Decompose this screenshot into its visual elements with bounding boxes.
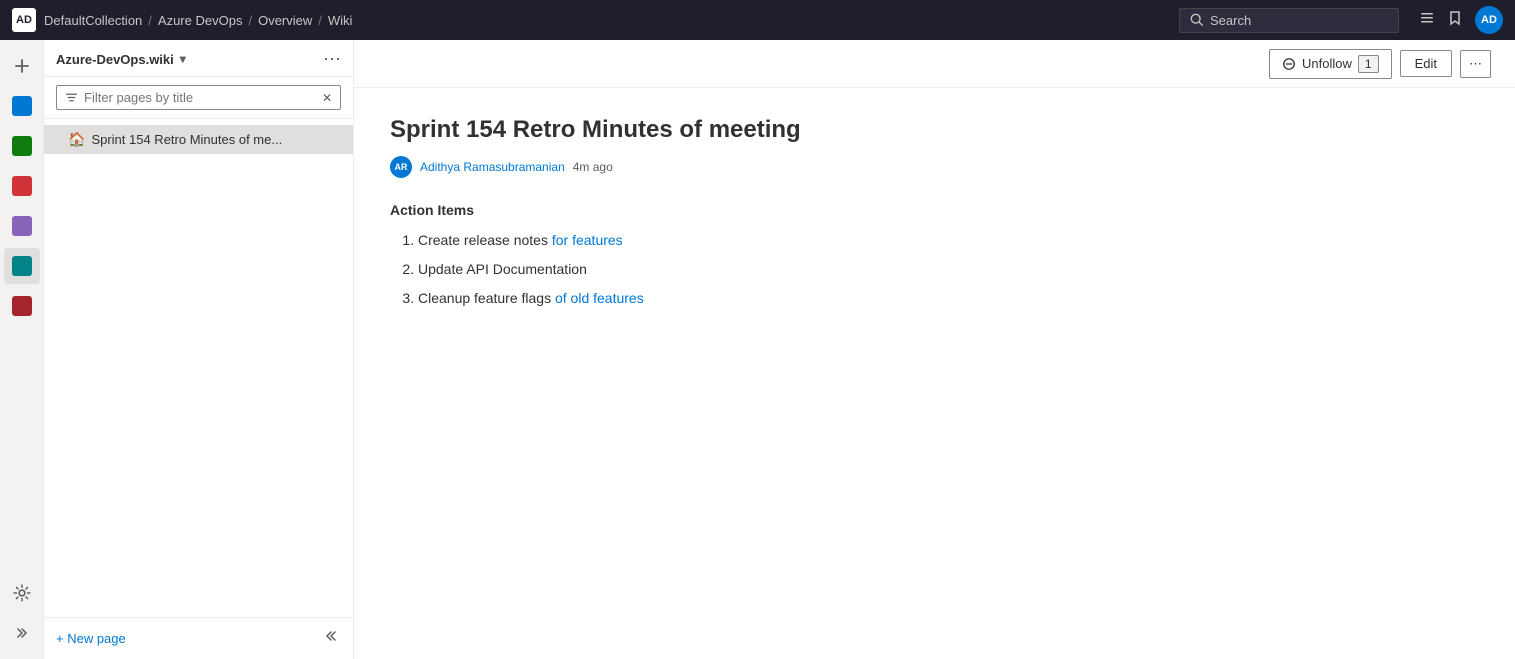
breadcrumb-wiki[interactable]: Wiki xyxy=(328,13,353,28)
list-icon[interactable] xyxy=(1419,10,1435,31)
rail-artifacts[interactable] xyxy=(4,168,40,204)
author-avatar: AR xyxy=(390,156,412,178)
action-item-1-plain: Create release notes xyxy=(418,232,552,248)
edit-label: Edit xyxy=(1415,56,1437,71)
new-page-label: + New page xyxy=(56,631,126,646)
sidebar-footer: + New page xyxy=(44,617,353,659)
sidebar: Azure-DevOps.wiki ▾ ⋯ ✕ 🏠 Sprint 154 Ret… xyxy=(44,40,354,659)
sidebar-tree: 🏠 Sprint 154 Retro Minutes of me... xyxy=(44,119,353,617)
rail-add-button[interactable] xyxy=(4,48,40,84)
action-item-1-link[interactable]: for features xyxy=(552,232,623,248)
tree-item-home-icon: 🏠 xyxy=(68,131,85,148)
settings-icon xyxy=(13,584,31,602)
user-avatar[interactable]: AD xyxy=(1475,6,1503,34)
content-body: Sprint 154 Retro Minutes of meeting AR A… xyxy=(354,88,1515,659)
page-title: Sprint 154 Retro Minutes of meeting xyxy=(390,116,1479,144)
more-options-button[interactable]: ⋯ xyxy=(1460,50,1491,78)
breadcrumb: DefaultCollection / Azure DevOps / Overv… xyxy=(44,13,352,28)
rail-boards[interactable] xyxy=(4,88,40,124)
unfollow-count-badge: 1 xyxy=(1358,55,1379,73)
rail-bottom xyxy=(4,575,40,651)
rail-wiki[interactable] xyxy=(4,248,40,284)
edit-button[interactable]: Edit xyxy=(1400,50,1452,77)
new-page-button[interactable]: + New page xyxy=(56,631,126,646)
content-toolbar: Unfollow 1 Edit ⋯ xyxy=(354,40,1515,88)
unfollow-icon xyxy=(1282,57,1296,71)
action-item-2-text: Update API Documentation xyxy=(418,261,587,277)
more-options-icon: ⋯ xyxy=(1469,56,1482,71)
filter-pages-input[interactable] xyxy=(84,90,316,105)
action-item-3-link[interactable]: of old features xyxy=(555,290,644,306)
collapse-icon xyxy=(325,628,341,644)
app-logo[interactable]: AD xyxy=(12,8,36,32)
filter-row: ✕ xyxy=(44,77,353,119)
rail-collapse[interactable] xyxy=(4,615,40,651)
tree-item-sprint[interactable]: 🏠 Sprint 154 Retro Minutes of me... xyxy=(44,125,353,154)
plus-icon xyxy=(14,58,30,74)
author-name: Adithya Ramasubramanian xyxy=(420,160,565,174)
breadcrumb-default-collection[interactable]: DefaultCollection xyxy=(44,13,142,28)
action-item-3: Cleanup feature flags of old features xyxy=(418,288,1479,309)
content-area: Unfollow 1 Edit ⋯ Sprint 154 Retro Minut… xyxy=(354,40,1515,659)
section-heading: Action Items xyxy=(390,202,1479,218)
rail-testplans[interactable] xyxy=(4,208,40,244)
bookmark-icon[interactable] xyxy=(1447,10,1463,31)
page-time-ago: 4m ago xyxy=(573,160,613,174)
nav-icons: AD xyxy=(1419,6,1503,34)
rail-pipelines[interactable] xyxy=(4,128,40,164)
sidebar-header: Azure-DevOps.wiki ▾ ⋯ xyxy=(44,40,353,77)
page-meta: AR Adithya Ramasubramanian 4m ago xyxy=(390,156,1479,178)
left-rail xyxy=(0,40,44,659)
unfollow-button[interactable]: Unfollow 1 xyxy=(1269,49,1392,79)
breadcrumb-overview[interactable]: Overview xyxy=(258,13,312,28)
rail-settings[interactable] xyxy=(4,575,40,611)
sidebar-more-button[interactable]: ⋯ xyxy=(323,50,341,68)
action-items-list: Create release notes for features Update… xyxy=(390,230,1479,309)
tree-item-label: Sprint 154 Retro Minutes of me... xyxy=(91,132,282,147)
sidebar-title: Azure-DevOps.wiki ▾ xyxy=(56,52,186,67)
filter-icon xyxy=(65,91,78,104)
action-item-2: Update API Documentation xyxy=(418,259,1479,280)
breadcrumb-azure-devops[interactable]: Azure DevOps xyxy=(158,13,243,28)
search-icon xyxy=(1190,13,1204,27)
filter-clear-icon[interactable]: ✕ xyxy=(322,91,332,105)
search-label: Search xyxy=(1210,13,1251,28)
action-item-3-plain: Cleanup feature flags xyxy=(418,290,555,306)
chevron-double-right-icon xyxy=(14,625,30,641)
main-layout: Azure-DevOps.wiki ▾ ⋯ ✕ 🏠 Sprint 154 Ret… xyxy=(0,40,1515,659)
rail-extensions[interactable] xyxy=(4,288,40,324)
top-navigation: AD DefaultCollection / Azure DevOps / Ov… xyxy=(0,0,1515,40)
unfollow-label: Unfollow xyxy=(1302,56,1352,71)
sidebar-collapse-button[interactable] xyxy=(325,628,341,649)
sidebar-title-chevron-icon[interactable]: ▾ xyxy=(180,52,186,66)
global-search[interactable]: Search xyxy=(1179,8,1399,33)
sidebar-title-text: Azure-DevOps.wiki xyxy=(56,52,174,67)
filter-input-wrap[interactable]: ✕ xyxy=(56,85,341,110)
action-item-1: Create release notes for features xyxy=(418,230,1479,251)
